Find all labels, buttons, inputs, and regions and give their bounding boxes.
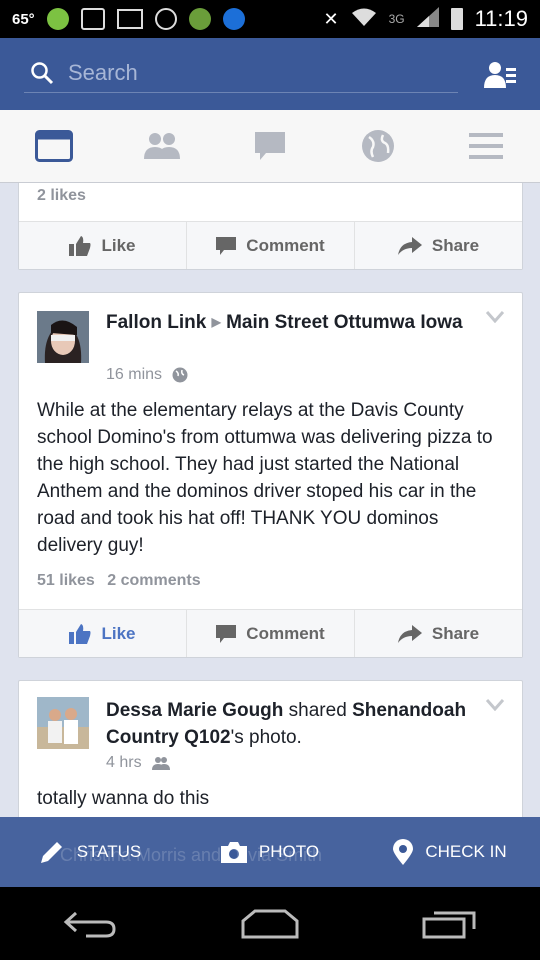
tab-messages[interactable] (240, 121, 300, 171)
mute-icon: ✕ (323, 8, 339, 29)
check-in-label: CHECK IN (425, 842, 507, 861)
messages-icon (255, 132, 285, 160)
info-notification-icon (222, 8, 245, 30)
recent-apps-icon[interactable] (422, 909, 478, 939)
shared-suffix: 's photo. (230, 727, 302, 748)
comment-label: Comment (246, 235, 325, 255)
network-type: 3G (388, 12, 405, 26)
news-feed: 2 likes Like Comment Share Fallon Link ▶… (0, 183, 540, 817)
like-label: Like (101, 235, 136, 255)
clock: 11:19 (474, 6, 528, 31)
back-icon[interactable] (62, 909, 118, 939)
chat-notification-icon (154, 8, 177, 30)
post-text: While at the elementary relays at the Da… (37, 400, 493, 556)
author-name[interactable]: Dessa Marie Gough (106, 700, 283, 721)
avatar[interactable] (37, 311, 89, 363)
post-actions: Like Comment Share (19, 221, 522, 269)
avatar[interactable] (37, 697, 89, 749)
comment-button[interactable]: Comment (187, 610, 355, 657)
post-actions: Like Comment Share (19, 609, 522, 657)
feed-post: Fallon Link ▶ Main Street Ottumwa Iowa 1… (18, 292, 523, 658)
post-text: totally wanna do this (37, 788, 210, 809)
header-bar (0, 38, 540, 110)
chevron-down-icon[interactable] (486, 311, 504, 323)
like-button[interactable]: Like (19, 222, 187, 269)
navigation-tabs (0, 110, 540, 183)
chevron-down-icon[interactable] (486, 699, 504, 711)
tab-menu[interactable] (456, 121, 516, 171)
share-arrow-icon (397, 624, 422, 643)
android-notification-icon (188, 8, 211, 30)
wifi-icon (351, 7, 377, 32)
tab-friends[interactable] (132, 121, 192, 171)
signal-icon (416, 6, 439, 32)
thumbs-up-icon (69, 235, 91, 256)
office-notification-icon (80, 8, 105, 30)
search-icon (31, 62, 54, 85)
author-name[interactable]: Fallon Link (106, 312, 206, 333)
post-time[interactable]: 4 hrs (106, 754, 142, 772)
friends-icon (144, 133, 180, 159)
tab-notifications[interactable] (348, 121, 408, 171)
share-button[interactable]: Share (355, 610, 522, 657)
post-author-line: Dessa Marie Gough shared Shenandoah Coun… (106, 697, 486, 751)
friend-requests-icon[interactable] (484, 60, 516, 90)
location-pin-icon (393, 839, 414, 865)
tab-news-feed[interactable] (24, 121, 84, 171)
news-feed-icon (35, 130, 73, 162)
shared-label: shared (288, 700, 347, 721)
likes-count[interactable]: 51 likes (37, 572, 95, 589)
notifications-globe-icon (362, 130, 394, 162)
share-arrow-icon (397, 236, 422, 255)
menu-icon (469, 133, 503, 159)
like-button[interactable]: Like (19, 610, 187, 657)
composer-bar: Christina Morris and Olivia Smith STATUS… (0, 817, 540, 887)
post-target-page[interactable]: Main Street Ottumwa Iowa (226, 312, 462, 333)
comment-button[interactable]: Comment (187, 222, 355, 269)
app-notification-icon (46, 8, 69, 30)
comments-count[interactable]: 2 comments (107, 572, 200, 589)
post-meta: 16 mins (106, 366, 188, 384)
comment-icon (216, 236, 237, 255)
thumbs-up-icon (69, 623, 91, 644)
system-navigation-bar (0, 887, 540, 960)
temperature-indicator: 65° (12, 10, 35, 28)
arrow-right-icon: ▶ (211, 315, 221, 329)
search-box[interactable] (24, 54, 458, 93)
underlying-post-text: Christina Morris and Olivia Smith (60, 845, 323, 865)
like-label: Like (101, 623, 136, 643)
home-icon[interactable] (241, 909, 299, 939)
post-author-line: Fallon Link ▶ Main Street Ottumwa Iowa (106, 309, 486, 336)
comment-label: Comment (246, 623, 325, 643)
post-time[interactable]: 16 mins (106, 366, 162, 384)
likes-count[interactable]: 2 likes (37, 187, 86, 205)
mail-notification-icon (116, 9, 143, 29)
post-meta: 4 hrs (106, 754, 170, 772)
share-button[interactable]: Share (355, 222, 522, 269)
comment-icon (216, 624, 237, 643)
share-label: Share (431, 623, 480, 643)
status-bar: 65° ✕ 3G 11:19 (0, 0, 540, 38)
globe-icon (172, 367, 188, 383)
search-input[interactable] (66, 59, 450, 87)
share-label: Share (431, 235, 480, 255)
battery-icon (450, 8, 463, 30)
friends-audience-icon (151, 757, 170, 770)
feed-post: 2 likes Like Comment Share (18, 183, 523, 270)
post-counts: 51 likes 2 comments (37, 572, 201, 590)
check-in-button[interactable]: CHECK IN (360, 839, 540, 865)
feed-post: Dessa Marie Gough shared Shenandoah Coun… (18, 680, 523, 817)
